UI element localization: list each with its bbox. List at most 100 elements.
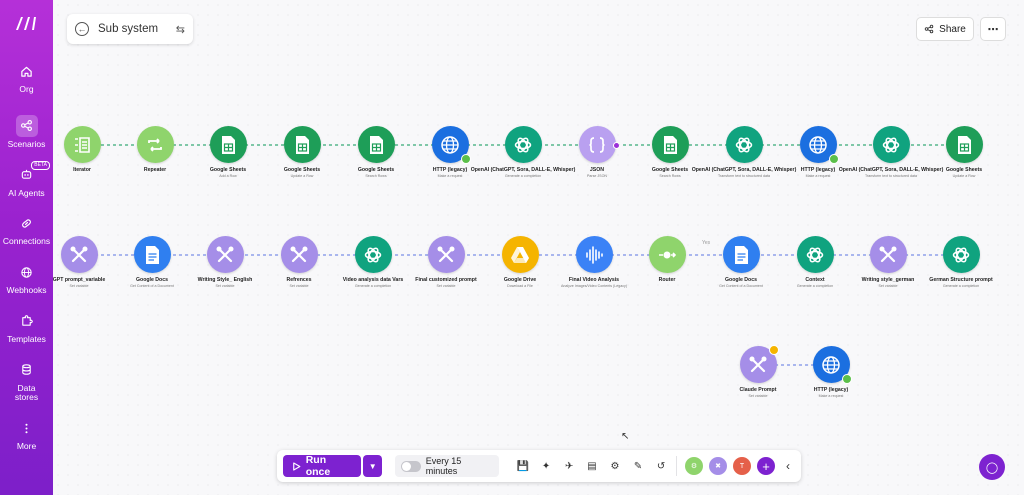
tools-purple-icon[interactable]: ✖: [709, 457, 727, 475]
module-subtitle: Set variable: [289, 284, 309, 288]
module-set-variable[interactable]: GPT prompt_variable Set variable: [39, 236, 119, 288]
module-icon: [739, 345, 779, 383]
module-name: Final customized prompt: [415, 277, 477, 283]
module-set-variable[interactable]: Final customized prompt Set variable: [406, 236, 486, 288]
openai-icon: [882, 137, 900, 152]
module-google-sheets[interactable]: Google Sheets Add a Row: [188, 126, 268, 178]
note-icon[interactable]: ✎: [631, 459, 645, 473]
status-badge: [460, 154, 471, 164]
module-subtitle: Make a request: [818, 394, 844, 398]
module-openai[interactable]: OpenAI (ChatGPT, Sora, DALL-E, Whisper) …: [839, 126, 943, 178]
iterator-icon: [75, 136, 90, 153]
openai-icon: [514, 137, 532, 152]
schedule-toggle[interactable]: [401, 460, 421, 472]
module-set-variable[interactable]: Claude Prompt Set variable: [718, 345, 798, 398]
module-icon: [357, 126, 395, 163]
module-openai[interactable]: OpenAI (ChatGPT, Sora, DALL-E, Whisper) …: [692, 126, 796, 178]
module-subtitle: Update a Row: [290, 174, 314, 178]
module-google-sheets[interactable]: Google Sheets Update a Row: [262, 126, 342, 178]
module-icon: [578, 126, 620, 163]
module-openai[interactable]: German Structure prompt Generate a compl…: [921, 236, 1001, 288]
module-google-docs[interactable]: Google Docs Get Content of a Document: [701, 236, 781, 288]
settings-gear-icon[interactable]: ⚙: [608, 459, 622, 473]
module-set-variable[interactable]: Refrences Set variable: [259, 236, 339, 288]
module-video-analysis[interactable]: Final Video Analysis Analyze Images/Vide…: [554, 236, 634, 288]
back-arrow-icon[interactable]: ←: [75, 22, 89, 36]
undo-icon[interactable]: ↺: [654, 459, 668, 473]
module-google-docs[interactable]: Google Docs Get Content of a Document: [112, 236, 192, 288]
tools-icon: [437, 246, 455, 262]
module-subtitle: Analyze Images/Video Contents (Legacy): [560, 284, 628, 288]
module-subtitle: Parse JSON: [587, 174, 607, 178]
module-subtitle: Transform text to structured data: [718, 174, 770, 178]
run-once-button[interactable]: Run once: [283, 454, 361, 478]
module-google-sheets[interactable]: Google Sheets Search Rows: [336, 126, 416, 178]
module-set-variable[interactable]: Writing Style_ English Set variable: [185, 236, 265, 288]
sidebar-item-label: Scenarios: [7, 138, 46, 149]
table-icon[interactable]: ▤: [585, 459, 599, 473]
module-openai[interactable]: Context Generate a completion: [775, 236, 855, 288]
sidebar-item-templates[interactable]: Templates: [0, 310, 53, 345]
module-json[interactable]: JSON Parse JSON: [557, 126, 637, 178]
module-icon: [136, 126, 174, 163]
module-name: Google Docs: [136, 277, 168, 283]
tool-icons: 💾 ✦ ✈ ▤ ⚙ ✎ ↺: [516, 459, 668, 473]
module-name: Google Docs: [725, 277, 757, 283]
flight-icon[interactable]: ✈: [562, 459, 576, 473]
share-icon: [924, 24, 934, 34]
tools-icon: [70, 246, 88, 262]
tools-icon: [879, 246, 897, 262]
quick-module-group: ⚙ ✖ T + ‹: [685, 457, 795, 475]
magic-wand-icon[interactable]: ✦: [539, 459, 553, 473]
module-name: Context: [805, 277, 825, 283]
module-set-variable[interactable]: Writing style_german Set variable: [848, 236, 928, 288]
run-options-button[interactable]: ▼: [362, 455, 383, 477]
repeat-icon: [148, 137, 162, 152]
module-google-drive[interactable]: Google Drive Download a File: [480, 236, 560, 288]
more-options-button[interactable]: ⋯: [980, 17, 1006, 41]
mouse-cursor-icon: ↖: [621, 431, 630, 442]
module-openai[interactable]: OpenAI (ChatGPT, Sora, DALL-E, Whisper) …: [471, 126, 575, 178]
status-badge: [612, 142, 620, 149]
module-google-sheets[interactable]: Google Sheets Update a Row: [924, 126, 1004, 178]
module-subtitle: Set variable: [878, 284, 898, 288]
home-icon: [16, 60, 38, 82]
run-once-label: Run once: [305, 454, 331, 478]
module-icon: [427, 236, 465, 273]
module-name: GPT prompt_variable: [52, 277, 106, 283]
router-icon: [659, 251, 677, 258]
globe-icon: [441, 135, 459, 154]
scenario-title-card: ← Sub system ⇆: [67, 14, 193, 44]
module-iterator[interactable]: Iterator: [42, 126, 122, 174]
module-router[interactable]: Router: [627, 236, 707, 284]
module-subtitle: Search Rows: [659, 174, 681, 178]
scenario-title[interactable]: Sub system: [98, 23, 176, 35]
module-subtitle: Get Content of a Document: [719, 284, 763, 288]
module-name: Repeater: [143, 167, 167, 173]
save-icon[interactable]: 💾: [516, 459, 530, 473]
tools-green-icon[interactable]: ⚙: [685, 457, 703, 475]
add-module-button[interactable]: +: [757, 457, 775, 475]
make-logo-icon[interactable]: [13, 14, 41, 32]
share-button[interactable]: Share: [916, 17, 974, 41]
module-http[interactable]: HTTP (legacy) Make a request: [791, 346, 871, 398]
status-badge: [768, 345, 779, 355]
settings-sliders-icon[interactable]: ⇆: [176, 23, 185, 36]
module-openai[interactable]: Video analysis data Vars Generate a comp…: [333, 236, 413, 288]
module-repeater[interactable]: Repeater: [115, 126, 195, 174]
module-icon: [942, 236, 980, 273]
tools-icon: [216, 246, 234, 262]
module-name: Claude Prompt: [739, 387, 777, 393]
module-icon: [283, 126, 321, 163]
schedule-control[interactable]: Every 15 minutes: [395, 455, 500, 477]
module-icon: [725, 126, 763, 163]
google-docs-icon: [735, 245, 748, 264]
sidebar-item-org[interactable]: Org: [0, 60, 53, 95]
module-subtitle: Set variable: [215, 284, 235, 288]
text-parser-icon[interactable]: T: [733, 457, 751, 475]
module-subtitle: Make a request: [805, 174, 831, 178]
help-bulb-button[interactable]: ◯: [979, 454, 1005, 480]
sidebar-item-more[interactable]: More: [0, 417, 53, 452]
sidebar-item-data-stores[interactable]: Data stores: [0, 359, 53, 404]
chevron-left-icon[interactable]: ‹: [781, 459, 795, 473]
